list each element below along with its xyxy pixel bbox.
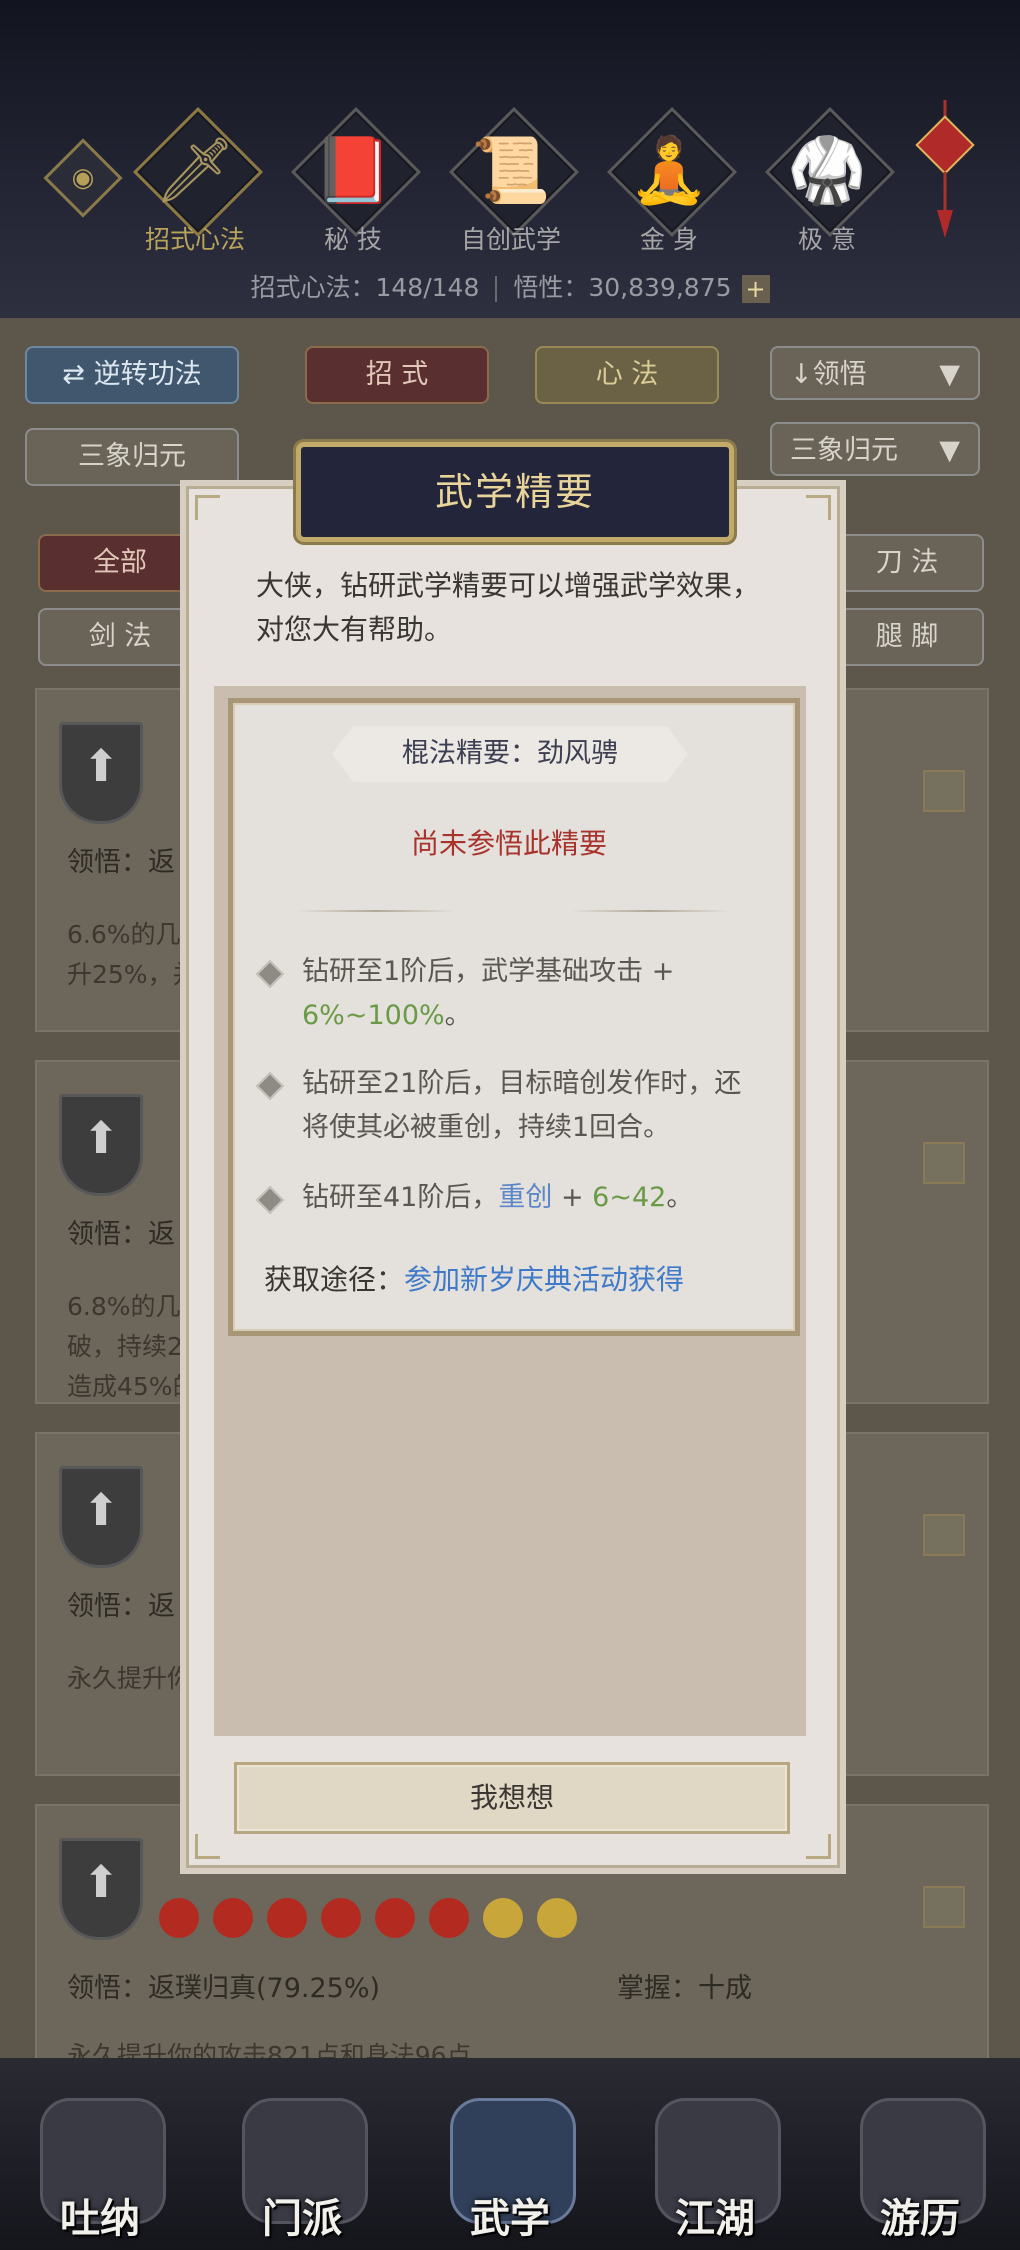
upgrade-shield-icon: ⬆ xyxy=(59,1838,143,1940)
effect-bullet-1: 钻研至1阶后，武学基础攻击 + 6%~100%。 xyxy=(255,950,762,1038)
up-arrow-icon: ⬆ xyxy=(82,1113,120,1164)
weapon-type-icon xyxy=(923,1514,965,1556)
chinese-knot-icon[interactable] xyxy=(915,100,975,240)
modal-intro: 大侠，钻研武学精要可以增强武学效果，对您大有帮助。 xyxy=(256,569,761,646)
scroll-icon: 📜 xyxy=(471,134,551,208)
book-icon: 📕 xyxy=(313,134,393,208)
sword-icon: 🗡 xyxy=(154,134,236,208)
filter-leg[interactable]: 腿 脚 xyxy=(830,608,984,666)
add-comprehension-button[interactable]: + xyxy=(741,275,770,303)
up-arrow-icon: ⬆ xyxy=(82,1485,120,1536)
flame-orb-icon xyxy=(159,1898,199,1938)
comprehend-label: 领悟：返 xyxy=(67,847,175,878)
nav-travel[interactable]: 游历 xyxy=(840,2058,1000,2250)
tab-label: 招式心法 xyxy=(144,225,245,254)
nav-martial-arts[interactable]: 武学 xyxy=(430,2058,590,2250)
tab-moves[interactable]: 招 式 xyxy=(305,346,489,404)
heavy-wound-value: 6~42 xyxy=(592,1182,667,1213)
nav-sect[interactable]: 门派 xyxy=(222,2058,382,2250)
essence-name-tag: 棍法精要：劲风骋 xyxy=(332,726,688,782)
keyword-heavy-wound[interactable]: 重创 xyxy=(498,1182,552,1213)
tab-ultimate[interactable]: 🥋 极 意 xyxy=(762,106,896,268)
comprehend-label: 领悟：返 xyxy=(67,1219,175,1250)
up-arrow-icon: ⬆ xyxy=(82,1857,120,1908)
source-label: 获取途径： xyxy=(264,1263,405,1296)
corner-ornament xyxy=(806,1834,831,1859)
comprehend-label: 领悟：返璞归真(79.25%) xyxy=(67,1973,381,2004)
flame-orb-icon xyxy=(213,1898,253,1938)
tab-label: 秘 技 xyxy=(324,225,382,254)
upgrade-shield-icon: ⬆ xyxy=(59,1466,143,1568)
filter-sword[interactable]: 剑 法 xyxy=(38,608,202,666)
flame-orb-icon xyxy=(375,1898,415,1938)
martial-pose-icon: 🥋 xyxy=(787,134,867,208)
chevron-down-icon: ▼ xyxy=(939,435,960,466)
flame-orb-icon xyxy=(321,1898,361,1938)
tab-moves-mind[interactable]: 🗡 招式心法 xyxy=(130,106,264,268)
right-filter-select[interactable]: 三象归元 ▼ xyxy=(770,422,980,476)
reverse-technique-button[interactable]: ⇄ 逆转功法 xyxy=(25,346,239,404)
filter-blade[interactable]: 刀 法 xyxy=(830,534,984,592)
tab-mind-method[interactable]: 心 法 xyxy=(535,346,719,404)
source-link[interactable]: 参加新岁庆典活动获得 xyxy=(404,1263,684,1296)
status-not-learned: 尚未参悟此精要 xyxy=(410,827,607,860)
divider-right xyxy=(570,910,730,912)
swap-icon: ⇄ xyxy=(62,359,94,390)
let-me-think-button[interactable]: 我想想 xyxy=(234,1762,790,1834)
upgrade-shield-icon: ⬆ xyxy=(59,722,143,824)
tab-golden-body[interactable]: 🧘 金 身 xyxy=(604,106,738,268)
tab-label: 极 意 xyxy=(798,225,856,254)
flame-orb-icon xyxy=(267,1898,307,1938)
attack-bonus-value: 6%~100% xyxy=(302,1000,445,1031)
corner-ornament xyxy=(806,495,831,520)
nav-breathing[interactable]: 吐纳 xyxy=(20,2058,180,2250)
nav-jianghu[interactable]: 江湖 xyxy=(635,2058,795,2250)
meditation-icon: 🧘 xyxy=(629,134,709,208)
mastery-label: 掌握：十成 xyxy=(617,1973,752,2004)
up-arrow-icon: ⬆ xyxy=(82,741,120,792)
modal-title: 武学精要 xyxy=(434,470,595,514)
moves-count: 招式心法：148/148 xyxy=(250,273,480,302)
tab-secret-skill[interactable]: 📕 秘 技 xyxy=(288,106,422,268)
left-filter-select[interactable]: 三象归元 xyxy=(25,428,239,486)
upgrade-shield-icon: ⬆ xyxy=(59,1094,143,1196)
moon-orb-icon xyxy=(537,1898,577,1938)
flame-orb-icon xyxy=(429,1898,469,1938)
essence-name: 棍法精要：劲风骋 xyxy=(402,738,618,769)
sort-dropdown[interactable]: ↓领悟 ▼ xyxy=(770,346,980,400)
comprehension-value: 悟性：30,839,875 xyxy=(513,273,732,302)
divider xyxy=(495,276,498,302)
filter-all[interactable]: 全部 xyxy=(38,534,202,592)
tab-self-created[interactable]: 📜 自创武学 xyxy=(446,106,580,268)
comprehend-label: 领悟：返 xyxy=(67,1591,175,1622)
bottom-nav: 吐纳 门派 武学 江湖 游历 xyxy=(0,2058,1020,2250)
weapon-type-icon xyxy=(923,1142,965,1184)
moon-orb-icon xyxy=(483,1898,523,1938)
corner-ornament xyxy=(195,495,220,520)
effect-bullet-2: 钻研至21阶后，目标暗创发作时，还将使其必被重创，持续1回合。 xyxy=(255,1062,762,1150)
weapon-type-icon xyxy=(923,1886,965,1928)
effect-bullet-3: 钻研至41阶后，重创 + 6~42。 xyxy=(255,1176,762,1220)
stats-line: 招式心法：148/148 悟性：30,839,875 + xyxy=(0,268,1020,308)
tab-label: 金 身 xyxy=(640,225,698,254)
modal-title-plate: 武学精要 xyxy=(296,442,734,542)
divider-left xyxy=(296,910,456,912)
tab-label: 自创武学 xyxy=(460,225,561,254)
corner-ornament xyxy=(195,1834,220,1859)
top-header: ◉ 🗡 招式心法 📕 秘 技 📜 自创武学 🧘 金 身 🥋 极 意 招式心法：1… xyxy=(0,0,1020,318)
chevron-down-icon: ▼ xyxy=(939,359,960,390)
eye-icon: ◉ xyxy=(71,163,95,193)
acquire-source-row: 获取途径：参加新岁庆典活动获得 xyxy=(264,1258,784,1298)
weapon-type-icon xyxy=(923,770,965,812)
